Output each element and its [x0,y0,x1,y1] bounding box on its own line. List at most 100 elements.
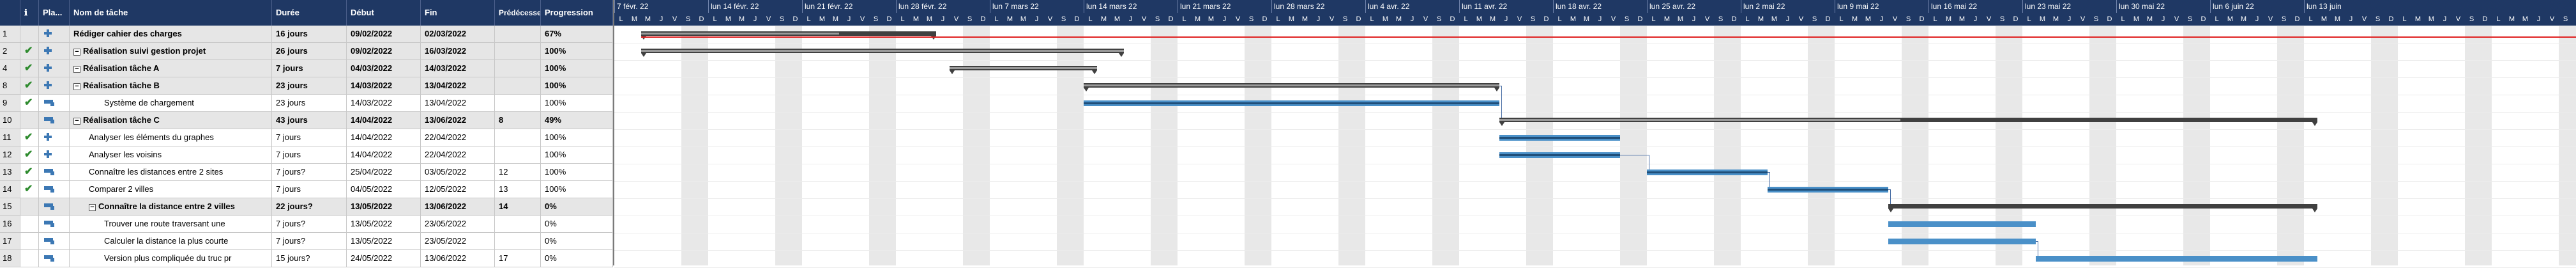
end-cell[interactable]: 03/05/2022 [421,164,495,180]
task-mode-cell[interactable] [39,129,70,146]
task-name-cell[interactable]: Analyser les voisins [70,146,272,163]
task-mode-cell[interactable] [39,216,70,232]
task-name-cell[interactable]: Rédiger cahier des charges [70,26,272,42]
row-number[interactable]: 17 [0,233,20,249]
start-cell[interactable]: 14/03/2022 [347,95,421,111]
task-row[interactable]: 12 ✔ Analyser les voisins 7 jours 14/04/2022… [0,146,613,164]
task-row[interactable]: 16 Trouver une route traversant une 7 jour… [0,216,613,233]
task-mode-cell[interactable] [39,77,70,94]
start-cell[interactable]: 13/05/2022 [347,198,421,215]
row-number[interactable]: 1 [0,26,20,42]
duration-cell[interactable]: 7 jours [272,129,347,146]
task-bar[interactable] [1499,135,1620,141]
task-mode-cell[interactable] [39,112,70,129]
task-name-cell[interactable]: Trouver une route traversant une [70,216,272,232]
task-name-cell[interactable]: Analyser les éléments du graphes [70,129,272,146]
progress-cell[interactable]: 100% [541,181,613,198]
duration-cell[interactable]: 23 jours [272,95,347,111]
collapse-toggle-icon[interactable]: − [89,204,96,211]
predecessors-cell[interactable]: 8 [495,112,541,129]
row-number[interactable]: 18 [0,250,20,267]
duration-cell[interactable]: 15 jours? [272,250,347,267]
task-row[interactable]: 2 ✔ − Réalisation suivi gestion projet 26 jo… [0,43,613,60]
start-cell[interactable]: 14/04/2022 [347,129,421,146]
task-row[interactable]: 13 ✔ Connaître les distances entre 2 sites… [0,164,613,181]
predecessors-cell[interactable]: 12 [495,164,541,180]
predecessors-cell[interactable] [495,146,541,163]
task-bar[interactable] [1084,100,1499,106]
predecessors-cell[interactable]: 13 [495,181,541,198]
predecessors-cell[interactable] [495,129,541,146]
end-cell[interactable]: 22/04/2022 [421,146,495,163]
end-cell[interactable]: 13/04/2022 [421,77,495,94]
task-name-cell[interactable]: − Réalisation tâche C [70,112,272,129]
summary-bar[interactable] [1499,118,2317,122]
end-cell[interactable]: 13/06/2022 [421,198,495,215]
task-name-cell[interactable]: − Réalisation suivi gestion projet [70,43,272,59]
predecessors-cell[interactable] [495,95,541,111]
task-row[interactable]: 18 Version plus compliquée du truc pr 15 j… [0,250,613,267]
row-number[interactable]: 10 [0,112,20,129]
progress-cell[interactable]: 0% [541,250,613,267]
progress-cell[interactable]: 100% [541,164,613,180]
row-number[interactable]: 14 [0,181,20,198]
task-name-cell[interactable]: Version plus compliquée du truc pr [70,250,272,267]
start-cell[interactable]: 14/03/2022 [347,77,421,94]
task-name-cell[interactable]: Comparer 2 villes [70,181,272,198]
predecessors-cell[interactable] [495,233,541,249]
task-mode-cell[interactable] [39,43,70,59]
task-mode-cell[interactable] [39,146,70,163]
predecessors-cell[interactable]: 14 [495,198,541,215]
task-name-cell[interactable]: − Connaître la distance entre 2 villes [70,198,272,215]
start-cell[interactable]: 04/03/2022 [347,60,421,77]
task-mode-cell[interactable] [39,181,70,198]
row-number[interactable]: 11 [0,129,20,146]
task-name-cell[interactable]: − Réalisation tâche A [70,60,272,77]
duration-cell[interactable]: 16 jours [272,26,347,42]
task-name-cell[interactable]: Connaître les distances entre 2 sites [70,164,272,180]
task-name-cell[interactable]: Calculer la distance la plus courte [70,233,272,249]
progress-cell[interactable]: 67% [541,26,613,42]
progress-cell[interactable]: 100% [541,60,613,77]
progress-cell[interactable]: 100% [541,77,613,94]
summary-bar[interactable] [950,66,1097,70]
summary-bar[interactable] [641,31,936,36]
task-mode-cell[interactable] [39,164,70,180]
end-cell[interactable]: 02/03/2022 [421,26,495,42]
predecessors-cell[interactable] [495,60,541,77]
end-cell[interactable]: 13/06/2022 [421,112,495,129]
row-number[interactable]: 8 [0,77,20,94]
row-number[interactable]: 9 [0,95,20,111]
progress-cell[interactable]: 100% [541,129,613,146]
progress-cell[interactable]: 0% [541,198,613,215]
task-row[interactable]: 9 ✔ Système de chargement 23 jours 14/03/202… [0,95,613,112]
predecessors-cell[interactable] [495,43,541,59]
end-cell[interactable]: 23/05/2022 [421,216,495,232]
start-cell[interactable]: 24/05/2022 [347,250,421,267]
start-cell[interactable]: 04/05/2022 [347,181,421,198]
task-bar[interactable] [1888,221,2036,227]
task-mode-cell[interactable] [39,233,70,249]
predecessors-cell[interactable] [495,216,541,232]
task-name-cell[interactable]: − Réalisation tâche B [70,77,272,94]
row-number[interactable]: 2 [0,43,20,59]
end-cell[interactable]: 13/04/2022 [421,95,495,111]
task-row[interactable]: 15− Connaître la distance entre 2 villes 2… [0,198,613,216]
summary-bar[interactable] [1084,83,1499,88]
start-cell[interactable]: 13/05/2022 [347,216,421,232]
start-cell[interactable]: 09/02/2022 [347,26,421,42]
progress-cell[interactable]: 100% [541,146,613,163]
end-cell[interactable]: 23/05/2022 [421,233,495,249]
start-cell[interactable]: 25/04/2022 [347,164,421,180]
start-cell[interactable]: 09/02/2022 [347,43,421,59]
end-cell[interactable]: 12/05/2022 [421,181,495,198]
task-bar[interactable] [2036,256,2317,262]
task-mode-cell[interactable] [39,250,70,267]
duration-cell[interactable]: 7 jours [272,146,347,163]
duration-cell[interactable]: 7 jours? [272,164,347,180]
task-bar[interactable] [1888,239,2036,244]
column-header-predecessors[interactable]: Prédécesseurs [495,0,541,26]
duration-cell[interactable]: 7 jours? [272,233,347,249]
start-cell[interactable]: 13/05/2022 [347,233,421,249]
end-cell[interactable]: 13/06/2022 [421,250,495,267]
